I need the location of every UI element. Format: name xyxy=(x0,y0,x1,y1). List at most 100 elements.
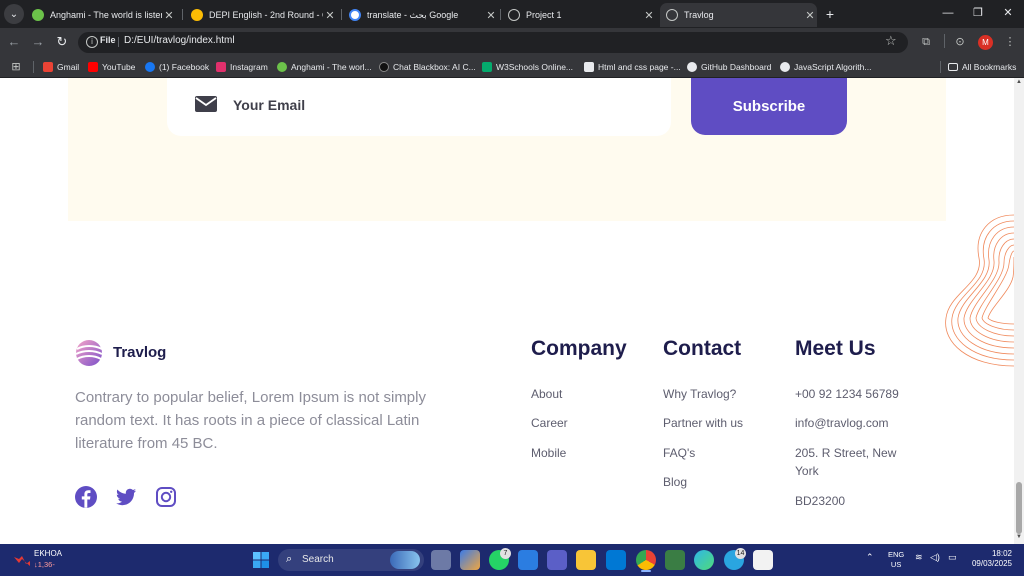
bookmark-gmail[interactable]: Gmail xyxy=(43,60,79,74)
anghami-favicon-icon xyxy=(32,9,44,21)
clock[interactable]: 18:02 09/03/2025 xyxy=(968,549,1012,569)
forward-arrow-icon[interactable]: → xyxy=(30,34,46,50)
more-menu-icon[interactable]: ⋮ xyxy=(1002,34,1018,50)
bookmark-youtube[interactable]: YouTube xyxy=(88,60,135,74)
bookmark-instagram[interactable]: Instagram xyxy=(216,60,268,74)
edge-icon[interactable] xyxy=(694,550,714,570)
close-tab-icon[interactable]: ✕ xyxy=(803,9,817,22)
search-highlight-icon[interactable] xyxy=(390,551,420,569)
bookmark-js-algorithms[interactable]: JavaScript Algorith... xyxy=(780,60,871,74)
tab-depi-english[interactable]: DEPI English - 2nd Round - Go ✕ xyxy=(185,3,337,27)
footer-phone[interactable]: +00 92 1234 56789 xyxy=(795,385,899,403)
ticker-value: ↓1,36- xyxy=(34,560,55,569)
restore-window-icon[interactable]: ❐ xyxy=(966,4,990,22)
tab-project-1[interactable]: Project 1 ✕ xyxy=(502,3,656,27)
stock-trend-icon[interactable] xyxy=(14,553,30,567)
footer-link-why-travlog[interactable]: Why Travlog? xyxy=(663,385,736,403)
bookmark-star-icon[interactable]: ☆ xyxy=(885,33,897,49)
minimize-icon[interactable]: — xyxy=(936,4,960,22)
bookmark-html-css[interactable]: Html and css page -... xyxy=(584,60,681,74)
bookmark-facebook[interactable]: (1) Facebook xyxy=(145,60,209,74)
footer-link-mobile[interactable]: Mobile xyxy=(531,444,566,462)
close-tab-icon[interactable]: ✕ xyxy=(162,9,176,22)
bookmarks-divider xyxy=(33,61,34,73)
bookmark-label: Anghami - The worl... xyxy=(291,62,372,72)
footer-link-career[interactable]: Career xyxy=(531,414,568,432)
close-tab-icon[interactable]: ✕ xyxy=(484,9,498,22)
tab-divider xyxy=(341,9,342,20)
footer-link-about[interactable]: About xyxy=(531,385,562,403)
close-window-icon[interactable]: ✕ xyxy=(996,4,1020,22)
tab-title: Anghami - The world is listening xyxy=(50,10,162,20)
tab-title: Project 1 xyxy=(526,10,562,20)
footer-link-blog[interactable]: Blog xyxy=(663,473,687,491)
bookmark-blackbox[interactable]: Chat Blackbox: AI C... xyxy=(379,60,476,74)
footer-link-partner[interactable]: Partner with us xyxy=(663,414,743,432)
info-icon[interactable]: i xyxy=(86,36,98,48)
tab-search-chevron-icon[interactable]: ⌄ xyxy=(4,4,24,24)
chrome-icon[interactable] xyxy=(636,550,656,570)
extensions-puzzle-icon[interactable]: ⧉ xyxy=(918,34,934,50)
task-view-icon[interactable] xyxy=(431,550,451,570)
youtube-icon xyxy=(88,62,98,72)
region-code: US xyxy=(890,560,902,569)
apps-grid-icon[interactable]: ⊞ xyxy=(8,59,24,75)
close-tab-icon[interactable]: ✕ xyxy=(642,9,656,22)
all-bookmarks-label: All Bookmarks xyxy=(962,62,1017,72)
footer-brand[interactable]: Travlog xyxy=(113,344,166,361)
windows-start-icon[interactable] xyxy=(253,552,269,568)
footer-email[interactable]: info@travlog.com xyxy=(795,414,889,432)
codepen-icon xyxy=(584,62,594,72)
ticker-name[interactable]: EKHOA xyxy=(34,549,62,558)
close-tab-icon[interactable]: ✕ xyxy=(323,9,337,22)
footer-link-faqs[interactable]: FAQ's xyxy=(663,444,695,462)
bookmark-github[interactable]: GitHub Dashboard xyxy=(687,60,771,74)
tab-title: translate - بحث Google xyxy=(367,9,459,20)
tab-search-icon[interactable]: ⊙ xyxy=(952,34,968,50)
lambda-app-icon[interactable] xyxy=(665,550,685,570)
google-favicon-icon xyxy=(349,9,361,21)
toolbar-divider xyxy=(944,34,945,48)
page-scrollbar[interactable] xyxy=(1014,78,1024,544)
profile-avatar[interactable]: M xyxy=(978,35,993,50)
back-arrow-icon[interactable]: ← xyxy=(6,34,22,50)
bookmark-label: Instagram xyxy=(230,62,268,72)
chrome-active-indicator xyxy=(641,570,651,572)
show-hidden-icons-chevron-icon[interactable]: ⌃ xyxy=(866,552,874,563)
new-tab-plus-icon[interactable]: + xyxy=(822,6,838,22)
bookmark-w3schools[interactable]: W3Schools Online... xyxy=(482,60,573,74)
footer-postal-code: BD23200 xyxy=(795,494,846,508)
file-explorer-icon[interactable] xyxy=(576,550,596,570)
twitter-icon[interactable] xyxy=(115,486,137,508)
subscribe-button[interactable]: Subscribe xyxy=(691,78,847,135)
bookmarks-divider xyxy=(940,61,941,73)
reload-icon[interactable]: ↻ xyxy=(54,34,70,50)
globe-favicon-icon xyxy=(666,9,678,21)
teams-icon[interactable] xyxy=(547,550,567,570)
js-algorithms-icon xyxy=(780,62,790,72)
tab-anghami[interactable]: Anghami - The world is listening ✕ xyxy=(26,3,176,27)
copilot-icon[interactable] xyxy=(460,550,480,570)
vscode-icon[interactable] xyxy=(606,550,626,570)
bookmark-label: Html and css page -... xyxy=(598,62,681,72)
facebook-icon xyxy=(145,62,155,72)
instagram-icon[interactable] xyxy=(155,486,177,508)
input-language[interactable]: ENG US xyxy=(888,550,904,570)
store-icon[interactable] xyxy=(518,550,538,570)
tab-divider xyxy=(500,9,501,20)
wifi-icon[interactable]: ≋ xyxy=(915,552,923,563)
envelope-icon xyxy=(195,96,217,112)
scrollbar-thumb[interactable] xyxy=(1016,482,1022,534)
all-bookmarks-button[interactable]: All Bookmarks xyxy=(948,60,1016,74)
tab-travlog-active[interactable]: Travlog ✕ xyxy=(660,3,817,27)
bookmark-anghami[interactable]: Anghami - The worl... xyxy=(277,60,372,74)
email-placeholder[interactable]: Your Email xyxy=(233,97,305,113)
scroll-up-arrow-icon[interactable]: ▲ xyxy=(1014,79,1024,87)
calendar-app-icon[interactable] xyxy=(753,550,773,570)
scroll-down-arrow-icon[interactable]: ▼ xyxy=(1014,534,1024,542)
address-url[interactable]: D:/EUI/travlog/index.html xyxy=(124,35,235,46)
volume-icon[interactable]: ◁) xyxy=(930,552,940,563)
battery-icon[interactable]: ▭ xyxy=(948,552,957,563)
tab-translate[interactable]: translate - بحث Google ✕ xyxy=(343,3,498,27)
facebook-icon[interactable] xyxy=(75,486,97,508)
